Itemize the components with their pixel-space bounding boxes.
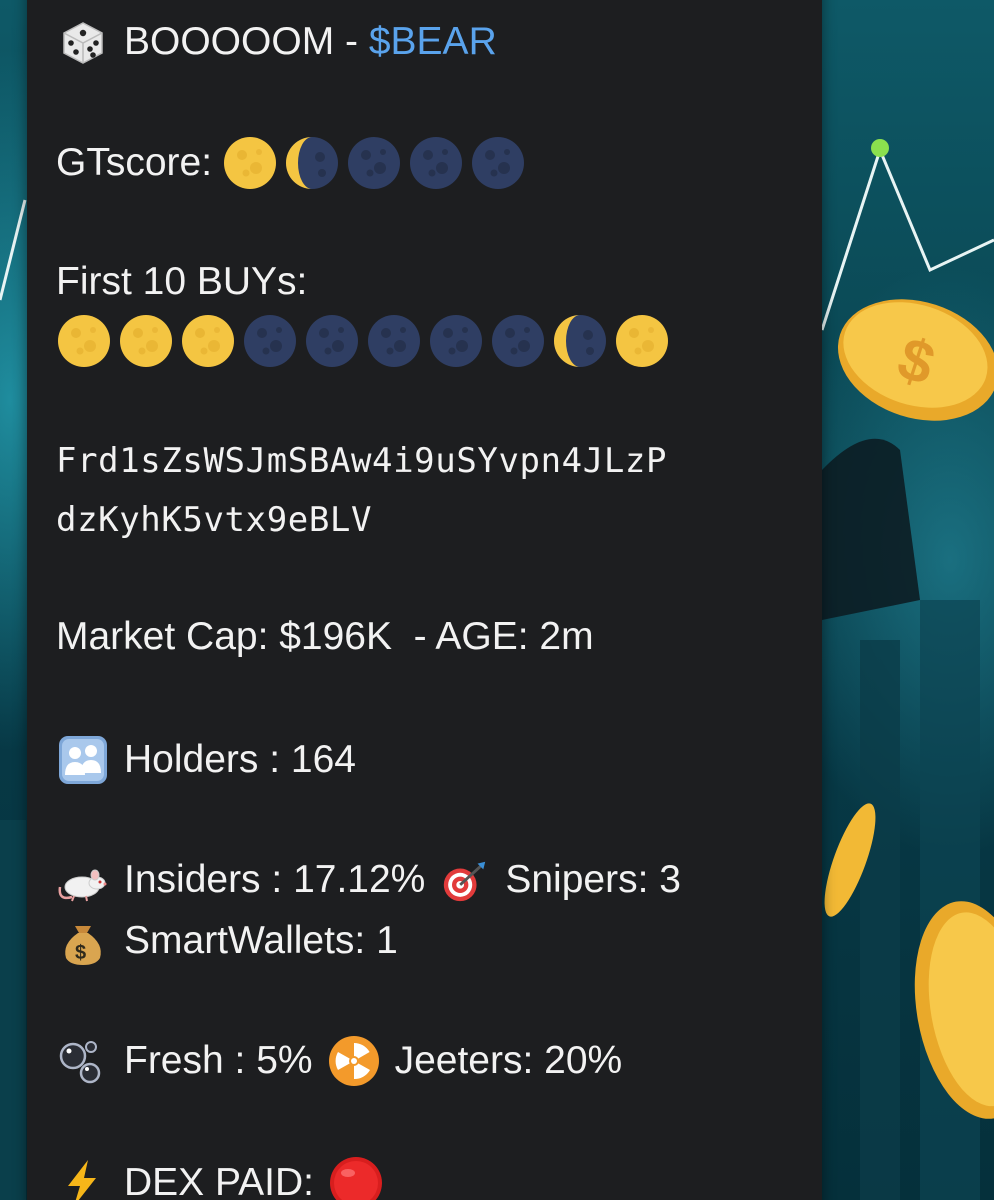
lightning-icon <box>56 1156 110 1200</box>
radioactive-icon <box>327 1034 381 1088</box>
token-address-part-2[interactable]: dzKyhK5vtx9eBLV <box>56 495 372 545</box>
gtscore-moons <box>222 135 526 191</box>
first-buys-new-moon-icon <box>366 313 422 369</box>
dex-paid-text: DEX PAID: <box>124 1161 314 1200</box>
fresh-text: Fresh : 5% <box>124 1039 313 1082</box>
ticker-link[interactable]: $BEAR <box>369 17 497 67</box>
holders-line: Holders : 164 <box>56 733 356 787</box>
gtscore-label: GTscore: <box>56 141 213 184</box>
gtscore-new-moon-icon <box>346 135 402 191</box>
jeeters-text: Jeeters: 20% <box>394 1039 623 1082</box>
fresh-line: Fresh : 5% Jeeters: 20% <box>56 1034 622 1088</box>
insiders-text: Insiders : 17.12% <box>124 858 426 901</box>
first-buys-label-line: First 10 BUYs: <box>56 257 307 307</box>
svg-text:$: $ <box>75 942 86 964</box>
smart-wallets-text: SmartWallets: 1 <box>124 919 398 962</box>
bubbles-icon <box>56 1034 110 1088</box>
market-cap-line: Market Cap: $196K - AGE: 2m <box>56 612 594 662</box>
first-buys-full-moon-icon <box>56 313 112 369</box>
gtscore-new-moon-icon <box>470 135 526 191</box>
gtscore-new-moon-icon <box>408 135 464 191</box>
smart-wallets-line: $ SmartWallets: 1 <box>56 914 398 968</box>
dart-target-icon <box>439 854 491 906</box>
title-text: BOOOOOM - <box>124 20 358 63</box>
market-cap-text: Market Cap: $196K - AGE: 2m <box>56 615 594 658</box>
gtscore-half-moon-icon <box>284 135 340 191</box>
first-buys-moons-line <box>56 313 670 369</box>
first-buys-full-moon-icon <box>118 313 174 369</box>
first-buys-half-moon-icon <box>552 313 608 369</box>
dex-paid-line: DEX PAID: <box>56 1155 384 1200</box>
first-buys-new-moon-icon <box>428 313 484 369</box>
first-buys-full-moon-icon <box>614 313 670 369</box>
snipers-text: Snipers: 3 <box>505 858 681 901</box>
gtscore-full-moon-icon <box>222 135 278 191</box>
first-buys-new-moon-icon <box>242 313 298 369</box>
dice-icon <box>56 15 110 69</box>
insiders-line: Insiders : 17.12% Snipers: 3 <box>56 853 681 907</box>
token-address-part-1[interactable]: Frd1sZsWSJmSBAw4i9uSYvpn4JLzP <box>56 436 667 486</box>
token-address-line-1[interactable]: Frd1sZsWSJmSBAw4i9uSYvpn4JLzP <box>56 436 667 486</box>
first-buys-moons <box>56 313 670 369</box>
holders-text: Holders : 164 <box>124 738 356 781</box>
token-address-line-2[interactable]: dzKyhK5vtx9eBLV <box>56 495 372 545</box>
first-buys-new-moon-icon <box>490 313 546 369</box>
gtscore-line: GTscore: <box>56 135 526 191</box>
rat-icon <box>56 853 110 907</box>
first-buys-full-moon-icon <box>180 313 236 369</box>
title-line: BOOOOOM - $BEAR <box>56 15 497 69</box>
first-buys-new-moon-icon <box>304 313 360 369</box>
red-circle-icon <box>328 1155 384 1200</box>
people-icon <box>56 733 110 787</box>
money-bag-icon: $ <box>56 914 110 968</box>
first-buys-label: First 10 BUYs: <box>56 260 308 303</box>
